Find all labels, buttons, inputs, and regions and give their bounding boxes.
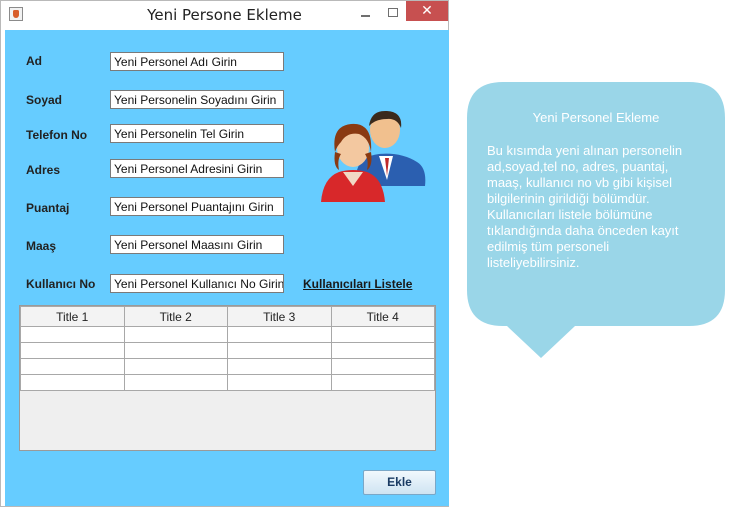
kullanici-no-input[interactable]: Yeni Personel Kullanıcı No Girin [110, 274, 284, 293]
adres-input[interactable]: Yeni Personel Adresini Girin [110, 159, 284, 178]
table-cell[interactable] [330, 358, 435, 375]
table-cell[interactable] [123, 358, 228, 375]
list-users-link[interactable]: Kullanıcıları Listele [303, 277, 412, 291]
column-header-4[interactable]: Title 4 [330, 306, 435, 327]
label-soyad: Soyad [26, 93, 63, 107]
close-button[interactable]: ✕ [406, 1, 448, 21]
table-cell[interactable] [20, 342, 125, 359]
table-row[interactable] [20, 326, 435, 343]
table-cell[interactable] [330, 326, 435, 343]
info-callout: Yeni Personel Ekleme Bu kısımda yeni alı… [467, 82, 725, 358]
table-row[interactable] [20, 342, 435, 359]
table-row[interactable] [20, 374, 435, 391]
table-cell[interactable] [123, 326, 228, 343]
table-cell[interactable] [330, 342, 435, 359]
callout-title: Yeni Personel Ekleme [532, 110, 660, 125]
label-telefon: Telefon No [26, 128, 88, 142]
table-cell[interactable] [20, 374, 125, 391]
table-cell[interactable] [330, 374, 435, 391]
column-header-1[interactable]: Title 1 [20, 306, 125, 327]
app-window: Yeni Persone Ekleme ✕ Ad Yeni Personel A… [0, 0, 449, 507]
table-cell[interactable] [123, 374, 228, 391]
label-maas: Maaş [26, 239, 57, 253]
column-header-3[interactable]: Title 3 [227, 306, 332, 327]
label-kullanici-no: Kullanıcı No [26, 277, 96, 291]
add-button[interactable]: Ekle [363, 470, 436, 495]
label-puantaj: Puantaj [26, 201, 70, 215]
table-cell[interactable] [20, 326, 125, 343]
label-adres: Adres [26, 163, 61, 177]
callout-body: Bu kısımda yeni alınan personelin ad,soy… [487, 143, 683, 270]
minimize-button[interactable] [357, 4, 375, 22]
maximize-button[interactable] [384, 4, 402, 22]
label-ad: Ad [26, 54, 42, 68]
table-cell[interactable] [227, 326, 332, 343]
table-cell[interactable] [123, 342, 228, 359]
form-panel: Ad Yeni Personel Adı Girin Soyad Yeni Pe… [5, 30, 449, 506]
table-row[interactable] [20, 358, 435, 375]
telefon-input[interactable]: Yeni Personelin Tel Girin [110, 124, 284, 143]
table-cell[interactable] [227, 358, 332, 375]
column-header-2[interactable]: Title 2 [123, 306, 228, 327]
soyad-input[interactable]: Yeni Personelin Soyadını Girin [110, 90, 284, 109]
puantaj-input[interactable]: Yeni Personel Puantajını Girin [110, 197, 284, 216]
table-cell[interactable] [227, 342, 332, 359]
ad-input[interactable]: Yeni Personel Adı Girin [110, 52, 284, 71]
maas-input[interactable]: Yeni Personel Maasını Girin [110, 235, 284, 254]
users-table[interactable]: Title 1 Title 2 Title 3 Title 4 [19, 305, 436, 451]
title-bar[interactable]: Yeni Persone Ekleme ✕ [1, 1, 448, 29]
table-cell[interactable] [20, 358, 125, 375]
window-title: Yeni Persone Ekleme [147, 6, 302, 24]
users-icon [321, 110, 426, 202]
table-cell[interactable] [227, 374, 332, 391]
